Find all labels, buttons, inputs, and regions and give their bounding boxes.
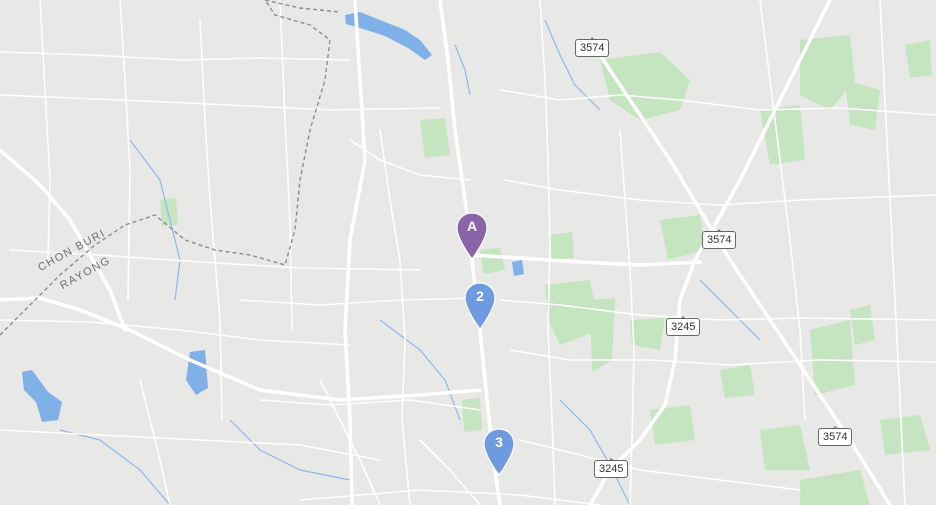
marker-label: A [466,218,478,234]
route-shield-3574-southeast: 3574 [818,428,853,446]
route-shield-3574-north: 3574 [575,39,610,57]
route-shield-3574-east: 3574 [702,231,737,249]
map-marker-2[interactable]: 2 [463,282,497,330]
marker-label: 2 [476,288,484,304]
map-marker-a[interactable]: A [455,212,489,260]
map-marker-3[interactable]: 3 [482,428,516,476]
route-shield-3245-mid: 3245 [666,318,701,336]
map-canvas[interactable]: CHON BURI RAYONG 3574 3574 3245 3245 357… [0,0,936,505]
route-shield-3245-south: 3245 [594,460,629,478]
marker-label: 3 [495,434,503,450]
